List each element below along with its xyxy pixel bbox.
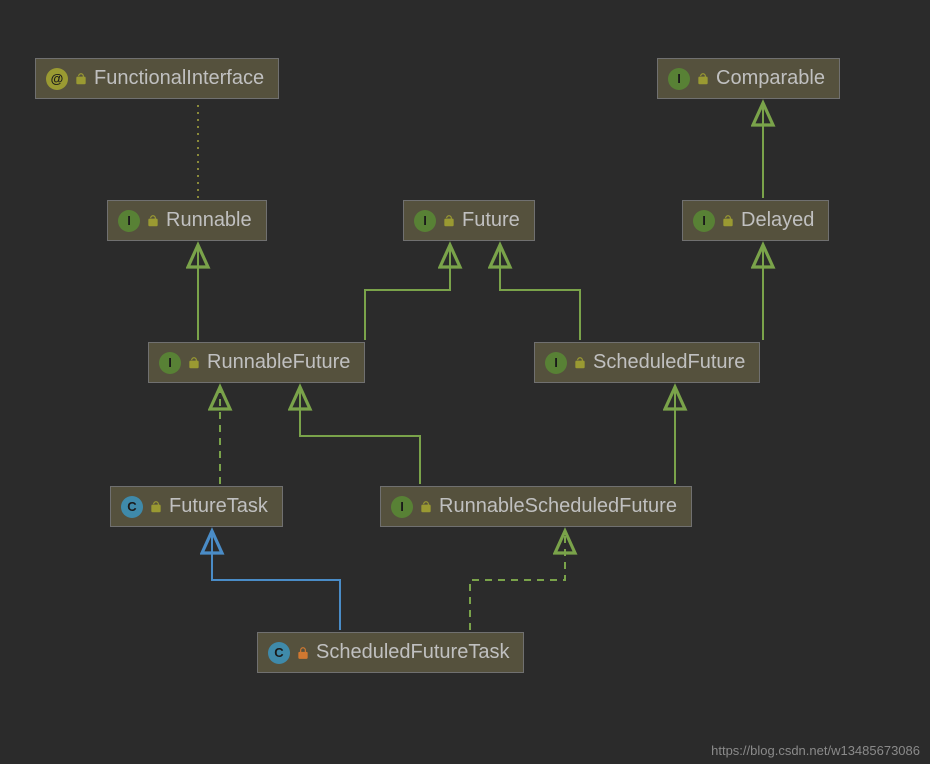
node-runnable-scheduled-future[interactable]: I RunnableScheduledFuture bbox=[380, 486, 692, 527]
node-label: FunctionalInterface bbox=[94, 67, 264, 90]
node-label: FutureTask bbox=[169, 495, 268, 518]
class-icon: C bbox=[268, 642, 290, 664]
lock-open-icon bbox=[74, 72, 88, 86]
interface-icon: I bbox=[414, 210, 436, 232]
node-label: Delayed bbox=[741, 209, 814, 232]
lock-open-icon bbox=[419, 500, 433, 514]
lock-open-icon bbox=[149, 500, 163, 514]
node-scheduled-future-task[interactable]: C ScheduledFutureTask bbox=[257, 632, 524, 673]
lock-open-icon bbox=[442, 214, 456, 228]
node-delayed[interactable]: I Delayed bbox=[682, 200, 829, 241]
node-label: Runnable bbox=[166, 209, 252, 232]
lock-open-icon bbox=[187, 356, 201, 370]
class-icon: C bbox=[121, 496, 143, 518]
interface-icon: I bbox=[545, 352, 567, 374]
interface-icon: I bbox=[391, 496, 413, 518]
node-runnable[interactable]: I Runnable bbox=[107, 200, 267, 241]
node-label: Future bbox=[462, 209, 520, 232]
lock-open-icon bbox=[721, 214, 735, 228]
node-future-task[interactable]: C FutureTask bbox=[110, 486, 283, 527]
node-label: Comparable bbox=[716, 67, 825, 90]
node-runnable-future[interactable]: I RunnableFuture bbox=[148, 342, 365, 383]
interface-icon: I bbox=[159, 352, 181, 374]
interface-icon: I bbox=[668, 68, 690, 90]
node-comparable[interactable]: I Comparable bbox=[657, 58, 840, 99]
node-label: ScheduledFutureTask bbox=[316, 641, 509, 664]
interface-icon: I bbox=[693, 210, 715, 232]
lock-closed-icon bbox=[296, 646, 310, 660]
node-label: RunnableFuture bbox=[207, 351, 350, 374]
lock-open-icon bbox=[573, 356, 587, 370]
lock-open-icon bbox=[146, 214, 160, 228]
annotation-icon: @ bbox=[46, 68, 68, 90]
node-label: RunnableScheduledFuture bbox=[439, 495, 677, 518]
node-future[interactable]: I Future bbox=[403, 200, 535, 241]
node-label: ScheduledFuture bbox=[593, 351, 745, 374]
node-functional-interface[interactable]: @ FunctionalInterface bbox=[35, 58, 279, 99]
node-scheduled-future[interactable]: I ScheduledFuture bbox=[534, 342, 760, 383]
interface-icon: I bbox=[118, 210, 140, 232]
lock-open-icon bbox=[696, 72, 710, 86]
